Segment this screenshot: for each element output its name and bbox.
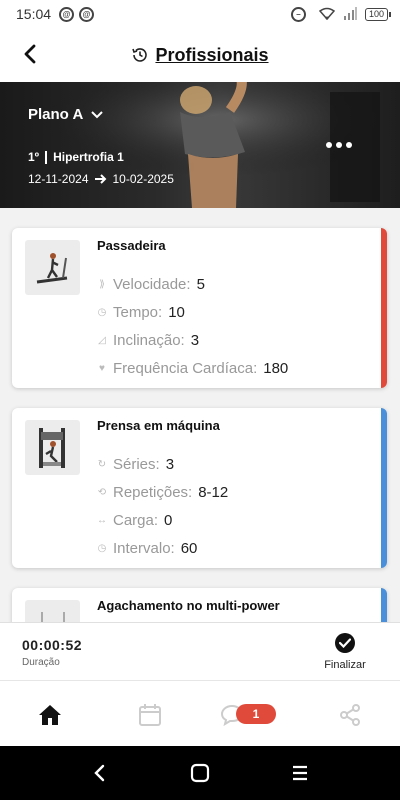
param-value: 0 [164, 511, 173, 529]
plan-selector[interactable]: Plano A [28, 106, 104, 123]
card-accent-bar [381, 228, 387, 388]
exercise-card[interactable]: Agachamento no multi-power [12, 588, 387, 622]
param-value: 3 [190, 331, 200, 349]
system-home-button[interactable] [187, 760, 213, 786]
param-row: ♥ Frequência Cardíaca: 180 [95, 354, 288, 382]
plan-name: Plano A [28, 106, 84, 123]
end-date: 10-02-2025 [112, 172, 174, 186]
arrow-right-icon [94, 174, 106, 184]
multipower-icon [40, 611, 65, 622]
param-row: ↻ Séries: 3 [95, 450, 228, 478]
do-not-disturb-icon: – [290, 6, 306, 22]
param-row: ↔ Carga: 0 [95, 506, 228, 534]
nav-share[interactable] [336, 701, 364, 729]
param-row: ⟲ Repetições: 8-12 [95, 478, 228, 506]
param-label: Frequência Cardíaca: [113, 359, 258, 377]
page-title: Profissionais [155, 44, 269, 65]
exercise-name: Passadeira [97, 238, 166, 253]
exercise-thumbnail [25, 600, 80, 622]
plan-date-range: 12-11-2024 10-02-2025 [28, 172, 174, 186]
system-navigation-bar [0, 746, 400, 800]
param-label: Tempo: [113, 303, 163, 321]
bottom-navigation: 1 [0, 680, 400, 746]
nav-calendar[interactable] [136, 701, 164, 729]
exercise-params: ⟫ Velocidade: 5 ◷ Tempo: 10 ◿ Inclinação: 3 ♥ F… [95, 270, 289, 382]
exercise-params: ↻ Séries: 3 ⟲ Repetições: 8-12 ↔ Carga: 0 ◷ Int… [95, 450, 228, 562]
phase-name: Hipertrofia 1 [53, 150, 124, 164]
app-header: Profissionais [0, 28, 400, 82]
exercise-name: Agachamento no multi-power [97, 598, 280, 613]
exercise-card[interactable]: Passadeira ⟫ Velocidade: 5 ◷ Tempo: 10 ◿ Incl… [12, 228, 387, 388]
system-recents-icon [293, 765, 307, 781]
param-row: ◿ Inclinação: 3 [95, 326, 288, 354]
dumbbell-icon: ↔ [97, 514, 107, 526]
param-label: Repetições: [113, 483, 193, 501]
param-row: ⟫ Velocidade: 5 [95, 270, 288, 298]
app-notification-icon: @ [79, 6, 95, 22]
more-options-button[interactable] [326, 142, 352, 148]
check-circle-icon [335, 633, 355, 653]
param-label: Inclinação: [113, 331, 185, 349]
param-value: 10 [168, 303, 185, 321]
clock-icon: ◷ [97, 306, 107, 318]
system-back-icon [94, 764, 105, 782]
app-notification-icon: @ [59, 6, 75, 22]
signal-icon [343, 7, 357, 20]
param-value: 8-12 [198, 483, 229, 501]
card-accent-bar [381, 408, 387, 568]
param-value: 5 [196, 275, 205, 293]
finish-workout-button[interactable]: Finalizar [320, 633, 370, 675]
calendar-icon [139, 704, 161, 726]
status-bar: 15:04 @ @ – 100 [0, 0, 400, 28]
home-icon [39, 705, 61, 725]
clock-icon: ◷ [97, 542, 107, 554]
param-label: Velocidade: [113, 275, 191, 293]
system-recents-button[interactable] [287, 760, 313, 786]
phase-number: 1º [28, 150, 40, 164]
history-icon [132, 48, 148, 62]
status-time: 15:04 [16, 6, 52, 22]
exercise-thumbnail [25, 420, 80, 475]
card-accent-bar [381, 588, 387, 622]
param-label: Intervalo: [113, 539, 175, 557]
workout-timer-bar: 00:00:52 Duração Finalizar [0, 622, 400, 680]
plan-banner: Plano A 1º Hipertrofia 1 12-11-2024 10-0… [0, 82, 400, 208]
share-icon [340, 704, 360, 726]
phase-divider [45, 150, 48, 164]
exercise-list: Passadeira ⟫ Velocidade: 5 ◷ Tempo: 10 ◿ Incl… [0, 208, 400, 622]
param-label: Carga: [113, 511, 159, 529]
start-date: 12-11-2024 [28, 172, 89, 186]
cycle-icon: ⟲ [97, 486, 107, 498]
param-row: ◷ Intervalo: 60 [95, 534, 228, 562]
treadmill-icon [36, 252, 67, 283]
nav-home[interactable] [36, 701, 64, 729]
exercise-card[interactable]: Prensa em máquina ↻ Séries: 3 ⟲ Repetições:… [12, 408, 387, 568]
back-button[interactable] [16, 40, 44, 68]
param-row: ◷ Tempo: 10 [95, 298, 288, 326]
finish-label: Finalizar [324, 659, 366, 671]
phase-info: 1º Hipertrofia 1 [28, 150, 124, 164]
exercise-name: Prensa em máquina [97, 418, 220, 433]
param-value: 3 [165, 455, 175, 473]
header-title-link[interactable]: Profissionais [131, 44, 269, 66]
speed-icon: ⟫ [99, 278, 105, 290]
elapsed-time-label: Duração [22, 657, 60, 668]
heart-icon: ♥ [99, 362, 105, 374]
elapsed-time: 00:00:52 [22, 637, 83, 653]
arrow-left-icon [24, 44, 36, 64]
notification-badge: 1 [236, 704, 276, 724]
incline-icon: ◿ [98, 334, 106, 346]
leg-press-icon [38, 427, 65, 468]
battery-icon: 100 [364, 7, 392, 21]
param-label: Séries: [113, 455, 160, 473]
system-home-icon [190, 763, 210, 783]
param-value: 60 [180, 539, 198, 557]
param-value: 180 [263, 359, 289, 377]
chevron-down-icon [91, 110, 104, 118]
system-back-button[interactable] [87, 760, 113, 786]
repeat-icon: ↻ [97, 458, 107, 470]
exercise-thumbnail [25, 240, 80, 295]
wifi-icon [318, 7, 335, 21]
